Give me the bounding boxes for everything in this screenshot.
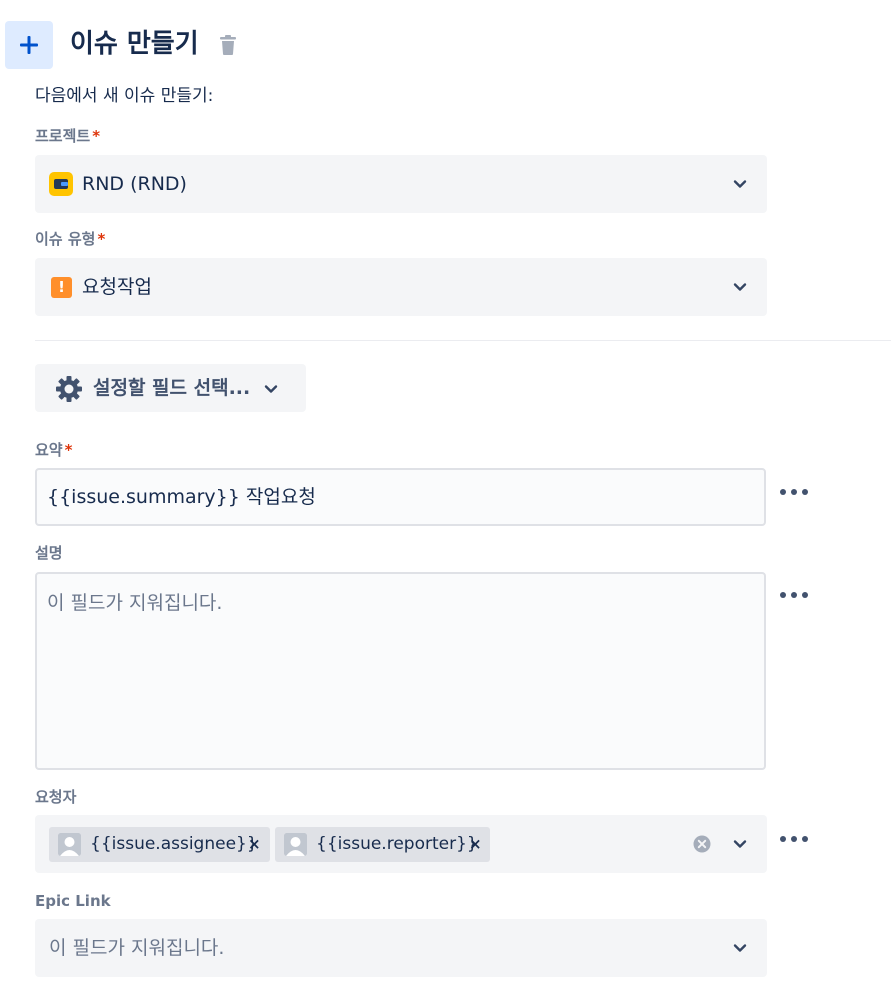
- chevron-down-icon: [733, 840, 747, 848]
- chip-label: {{issue.reporter}}: [316, 834, 478, 854]
- user-avatar-icon: [58, 833, 81, 856]
- create-subtitle: 다음에서 새 이슈 만들기:: [35, 86, 214, 106]
- chip-label: {{issue.assignee}}: [90, 834, 258, 854]
- clear-icon[interactable]: [693, 835, 711, 853]
- more-options-icon[interactable]: [779, 488, 809, 496]
- requester-multiselect[interactable]: {{issue.assignee}} × {{issue.reporter}} …: [35, 815, 767, 873]
- chevron-down-icon: [264, 385, 278, 393]
- description-label: 설명: [35, 544, 63, 562]
- add-action-button[interactable]: [5, 21, 53, 69]
- summary-value: {{issue.summary}} 작업요청: [47, 486, 316, 508]
- issue-type-select[interactable]: ! 요청작업: [35, 258, 767, 316]
- requester-label: 요청자: [35, 788, 77, 806]
- plus-icon: [20, 36, 38, 54]
- project-value: RND (RND): [82, 173, 187, 195]
- chip-remove-button[interactable]: ×: [248, 827, 261, 862]
- more-options-icon[interactable]: [779, 591, 809, 599]
- chevron-down-icon: [733, 944, 747, 952]
- epic-link-select[interactable]: 이 필드가 지워집니다.: [35, 919, 767, 977]
- page-title: 이슈 만들기: [70, 29, 199, 59]
- exclamation-icon: !: [51, 277, 72, 298]
- project-label: 프로젝트 *: [35, 127, 101, 145]
- description-textarea[interactable]: 이 필드가 지워집니다.: [35, 572, 766, 770]
- chevron-down-icon: [733, 180, 747, 188]
- gear-icon: [56, 376, 82, 402]
- more-options-icon[interactable]: [779, 835, 809, 843]
- issue-type-value: 요청작업: [82, 276, 152, 298]
- issue-type-label: 이슈 유형 *: [35, 230, 106, 248]
- project-avatar-icon: [49, 172, 73, 196]
- summary-label: 요약 *: [35, 441, 73, 459]
- user-avatar-icon: [284, 833, 307, 856]
- chevron-down-icon: [733, 283, 747, 291]
- description-placeholder: 이 필드가 지워집니다.: [47, 592, 223, 614]
- trash-icon[interactable]: [218, 34, 238, 56]
- chip-remove-button[interactable]: ×: [469, 827, 482, 862]
- project-select[interactable]: RND (RND): [35, 155, 767, 213]
- field-picker-button[interactable]: 설정할 필드 선택...: [35, 364, 306, 412]
- section-divider: [35, 340, 891, 341]
- user-chip: {{issue.reporter}} ×: [275, 827, 490, 862]
- epic-link-placeholder: 이 필드가 지워집니다.: [49, 937, 225, 959]
- epic-link-label: Epic Link: [35, 892, 111, 910]
- user-chip: {{issue.assignee}} ×: [49, 827, 270, 862]
- summary-input[interactable]: {{issue.summary}} 작업요청: [35, 468, 766, 526]
- field-picker-label: 설정할 필드 선택...: [93, 377, 251, 399]
